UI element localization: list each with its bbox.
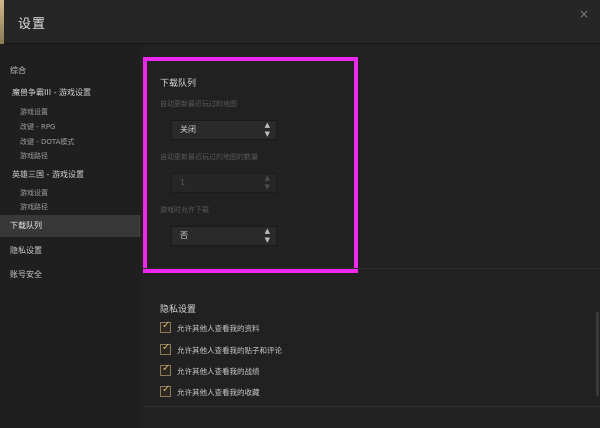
section-divider: [142, 268, 600, 269]
title-accent-bar: [0, 0, 4, 44]
sidebar-item-privacy[interactable]: 隐私设置: [0, 245, 140, 256]
checkbox[interactable]: ✓: [160, 363, 171, 376]
sidebar-group-war3[interactable]: 魔兽争霸III - 游戏设置: [0, 87, 140, 98]
sidebar-item-download-queue[interactable]: 下载队列: [0, 215, 140, 237]
sidebar-item-war3-rpg-keys[interactable]: 改键 - RPG: [0, 122, 140, 132]
sidebar-item-war3-settings[interactable]: 游戏设置: [0, 107, 140, 117]
checkbox[interactable]: ✓: [160, 342, 171, 355]
sidebar-item-heroes-settings[interactable]: 游戏设置: [0, 188, 140, 198]
checkbox[interactable]: ✓: [160, 320, 171, 333]
check-icon: ✓: [162, 320, 171, 331]
sidebar-item-war3-path[interactable]: 游戏路径: [0, 151, 140, 161]
check-icon: ✓: [162, 384, 171, 395]
checkbox[interactable]: ✓: [160, 384, 171, 397]
sidebar-item-heroes-path[interactable]: 游戏路径: [0, 202, 140, 212]
sidebar-group-heroes[interactable]: 英雄三国 - 游戏设置: [0, 169, 140, 180]
window-title: 设置: [18, 17, 47, 32]
check-icon: ✓: [162, 342, 171, 353]
scrollbar[interactable]: [596, 312, 599, 396]
sidebar-item-general[interactable]: 综合: [0, 65, 140, 76]
privacy-option-label: 允许其他人查看我的资料: [177, 324, 260, 333]
privacy-option-label: 允许其他人查看我的收藏: [177, 388, 260, 397]
title-bar: 设置 ×: [0, 0, 600, 44]
privacy-title: 隐私设置: [160, 305, 197, 315]
highlight-box: [143, 57, 358, 273]
sidebar: 综合 魔兽争霸III - 游戏设置 游戏设置 改键 - RPG 改键 - DOT…: [0, 45, 140, 428]
close-icon[interactable]: ×: [576, 6, 592, 22]
check-icon: ✓: [162, 363, 171, 374]
privacy-option-label: 允许其他人查看我的贴子和评论: [177, 346, 282, 355]
sidebar-item-account-security[interactable]: 账号安全: [0, 269, 140, 280]
sidebar-item-war3-dota-keys[interactable]: 改键 - DOTA模式: [0, 137, 140, 147]
privacy-option-label: 允许其他人查看我的战绩: [177, 367, 260, 376]
bottom-divider: [142, 406, 600, 407]
